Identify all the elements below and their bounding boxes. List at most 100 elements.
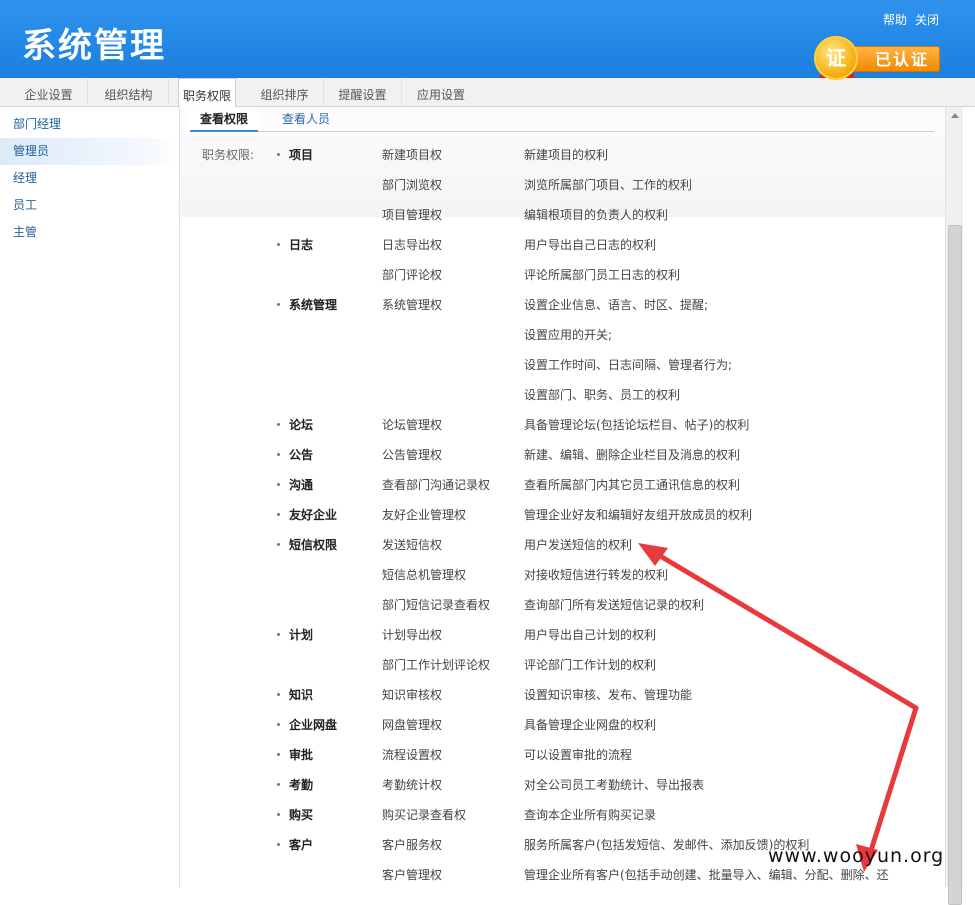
table-row: 公告 公告管理权 新建、编辑、删除企业栏目及消息的权利 xyxy=(180,440,945,470)
permission-name: 项目管理权 xyxy=(382,208,443,222)
module-name: 公告 xyxy=(277,440,313,470)
bullet-icon xyxy=(277,513,280,516)
bullet-icon xyxy=(277,483,280,486)
table-row: 购买 购买记录查看权 查询本企业所有购买记录 xyxy=(180,800,945,830)
table-row: 部门浏览权 浏览所属部门项目、工作的权利 xyxy=(180,170,945,200)
badge-label: 已认证 xyxy=(844,46,940,72)
bullet-icon xyxy=(277,303,280,306)
table-row: 部门工作计划评论权 评论部门工作计划的权利 xyxy=(180,650,945,680)
subtab-view-members[interactable]: 查看人员 xyxy=(272,108,340,130)
tab-enterprise-settings[interactable]: 企业设置 xyxy=(10,78,88,106)
scrollbar-thumb[interactable] xyxy=(948,225,962,905)
bullet-icon xyxy=(277,243,280,246)
table-row: 项目管理权 编辑根项目的负责人的权利 xyxy=(180,200,945,230)
table-row: 系统管理 系统管理权 设置企业信息、语言、时区、提醒; xyxy=(180,290,945,320)
sidebar-item-dept-manager[interactable]: 部门经理 xyxy=(0,111,179,138)
module-name: 企业网盘 xyxy=(277,710,337,740)
bullet-icon xyxy=(277,453,280,456)
module-name: 审批 xyxy=(277,740,313,770)
module-name: 日志 xyxy=(277,230,313,260)
table-row: 部门短信记录查看权 查询部门所有发送短信记录的权利 xyxy=(180,590,945,620)
bullet-icon xyxy=(277,753,280,756)
permission-description: 用户发送短信的权利 xyxy=(524,538,633,552)
sidebar-item-supervisor[interactable]: 主管 xyxy=(0,219,179,246)
module-name: 沟通 xyxy=(277,470,313,500)
permission-description: 新建项目的权利 xyxy=(524,148,609,162)
permission-description: 新建、编辑、删除企业栏目及消息的权利 xyxy=(524,448,741,462)
permission-description: 设置企业信息、语言、时区、提醒; xyxy=(524,298,709,312)
scroll-up-button[interactable] xyxy=(946,107,963,124)
table-row: 企业网盘 网盘管理权 具备管理企业网盘的权利 xyxy=(180,710,945,740)
table-row: 设置部门、职务、员工的权利 xyxy=(180,380,945,410)
permission-name: 部门浏览权 xyxy=(382,178,443,192)
permission-name: 系统管理权 xyxy=(382,298,443,312)
vertical-scrollbar[interactable] xyxy=(945,107,963,905)
module-name: 论坛 xyxy=(277,410,313,440)
permission-name: 查看部门沟通记录权 xyxy=(382,478,491,492)
table-row: 职务权限: 项目 新建项目权 新建项目的权利 xyxy=(180,140,945,170)
permission-description: 评论所属部门员工日志的权利 xyxy=(524,268,681,282)
module-name: 计划 xyxy=(277,620,313,650)
permission-description: 具备管理企业网盘的权利 xyxy=(524,718,657,732)
module-label: 论坛 xyxy=(289,418,314,432)
permission-description: 可以设置审批的流程 xyxy=(524,748,633,762)
permission-name: 考勤统计权 xyxy=(382,778,443,792)
permission-name: 短信总机管理权 xyxy=(382,568,467,582)
subtab-view-permissions[interactable]: 查看权限 xyxy=(190,108,259,132)
permission-description: 查询本企业所有购买记录 xyxy=(524,808,657,822)
table-row: 审批 流程设置权 可以设置审批的流程 xyxy=(180,740,945,770)
header-links: 帮助 关闭 xyxy=(875,11,939,28)
tab-org-sorting[interactable]: 组织排序 xyxy=(246,78,324,106)
permission-description: 用户导出自己计划的权利 xyxy=(524,628,657,642)
sidebar-item-admin[interactable]: 管理员 xyxy=(0,138,179,165)
permission-name: 流程设置权 xyxy=(382,748,443,762)
module-label: 系统管理 xyxy=(289,298,338,312)
permission-description: 设置部门、职务、员工的权利 xyxy=(524,388,681,402)
permission-description: 对全公司员工考勤统计、导出报表 xyxy=(524,778,705,792)
module-label: 沟通 xyxy=(289,478,314,492)
module-name: 知识 xyxy=(277,680,313,710)
module-label: 客户 xyxy=(289,838,314,852)
tab-job-permissions[interactable]: 职务权限 xyxy=(178,78,236,107)
permission-description: 管理企业好友和编辑好友组开放成员的权利 xyxy=(524,508,753,522)
permission-name: 新建项目权 xyxy=(382,148,443,162)
permission-name: 友好企业管理权 xyxy=(382,508,467,522)
help-link[interactable]: 帮助 xyxy=(883,13,907,27)
module-label: 知识 xyxy=(289,688,314,702)
tab-org-structure[interactable]: 组织结构 xyxy=(89,78,169,106)
module-name: 考勤 xyxy=(277,770,313,800)
sub-tab-bar: 查看权限 查看人员 xyxy=(190,107,934,132)
sidebar: 部门经理 管理员 经理 员工 主管 xyxy=(0,107,180,887)
permission-name: 公告管理权 xyxy=(382,448,443,462)
permission-name: 部门短信记录查看权 xyxy=(382,598,491,612)
main-tab-bar: 企业设置 组织结构 职务权限 组织排序 提醒设置 应用设置 xyxy=(0,78,975,107)
table-row: 考勤 考勤统计权 对全公司员工考勤统计、导出报表 xyxy=(180,770,945,800)
permission-name: 知识审核权 xyxy=(382,688,443,702)
module-label: 项目 xyxy=(289,148,314,162)
permission-name: 客户管理权 xyxy=(382,868,443,882)
permission-name: 日志导出权 xyxy=(382,238,443,252)
module-label: 考勤 xyxy=(289,778,314,792)
table-row: 短信权限 发送短信权 用户发送短信的权利 xyxy=(180,530,945,560)
sidebar-item-manager[interactable]: 经理 xyxy=(0,165,179,192)
page-title: 系统管理 xyxy=(22,26,166,66)
bullet-icon xyxy=(277,423,280,426)
close-link[interactable]: 关闭 xyxy=(915,13,939,27)
permission-description: 浏览所属部门项目、工作的权利 xyxy=(524,178,693,192)
table-row: 设置工作时间、日志间隔、管理者行为; xyxy=(180,350,945,380)
bullet-icon xyxy=(277,633,280,636)
permission-description: 设置工作时间、日志间隔、管理者行为; xyxy=(524,358,733,372)
permission-description: 具备管理论坛(包括论坛栏目、帖子)的权利 xyxy=(524,418,750,432)
tab-app-settings[interactable]: 应用设置 xyxy=(402,78,480,106)
bullet-icon xyxy=(277,813,280,816)
module-label: 购买 xyxy=(289,808,314,822)
permission-description: 设置应用的开关; xyxy=(524,328,613,342)
tab-reminder-settings[interactable]: 提醒设置 xyxy=(324,78,402,106)
main-content: 查看权限 查看人员 职务权限: 项目 新建项目权 新建项目的权利 部门浏览权 浏览所属部门… xyxy=(180,107,945,887)
permission-name: 网盘管理权 xyxy=(382,718,443,732)
table-row: 短信总机管理权 对接收短信进行转发的权利 xyxy=(180,560,945,590)
watermark-text: www.wooyun.org xyxy=(768,845,945,867)
medal-icon: 证 xyxy=(814,36,858,80)
sidebar-item-employee[interactable]: 员工 xyxy=(0,192,179,219)
table-row: 论坛 论坛管理权 具备管理论坛(包括论坛栏目、帖子)的权利 xyxy=(180,410,945,440)
